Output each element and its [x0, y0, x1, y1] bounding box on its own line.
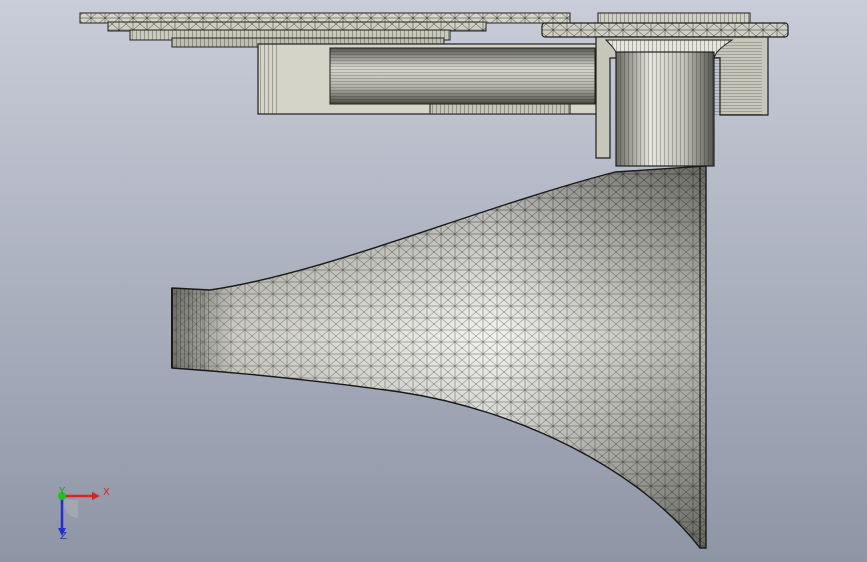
driver-housing[interactable]	[257, 43, 599, 115]
graphics-viewport[interactable]: X Y Z	[0, 0, 867, 562]
axis-z-label: Z	[60, 531, 67, 542]
axis-y-label: Y	[59, 486, 66, 497]
model-scene[interactable]	[0, 0, 867, 562]
axis-x-arrowhead	[92, 492, 100, 500]
coordinate-triad: X Y Z	[40, 478, 120, 548]
axis-x-label: X	[103, 487, 110, 498]
